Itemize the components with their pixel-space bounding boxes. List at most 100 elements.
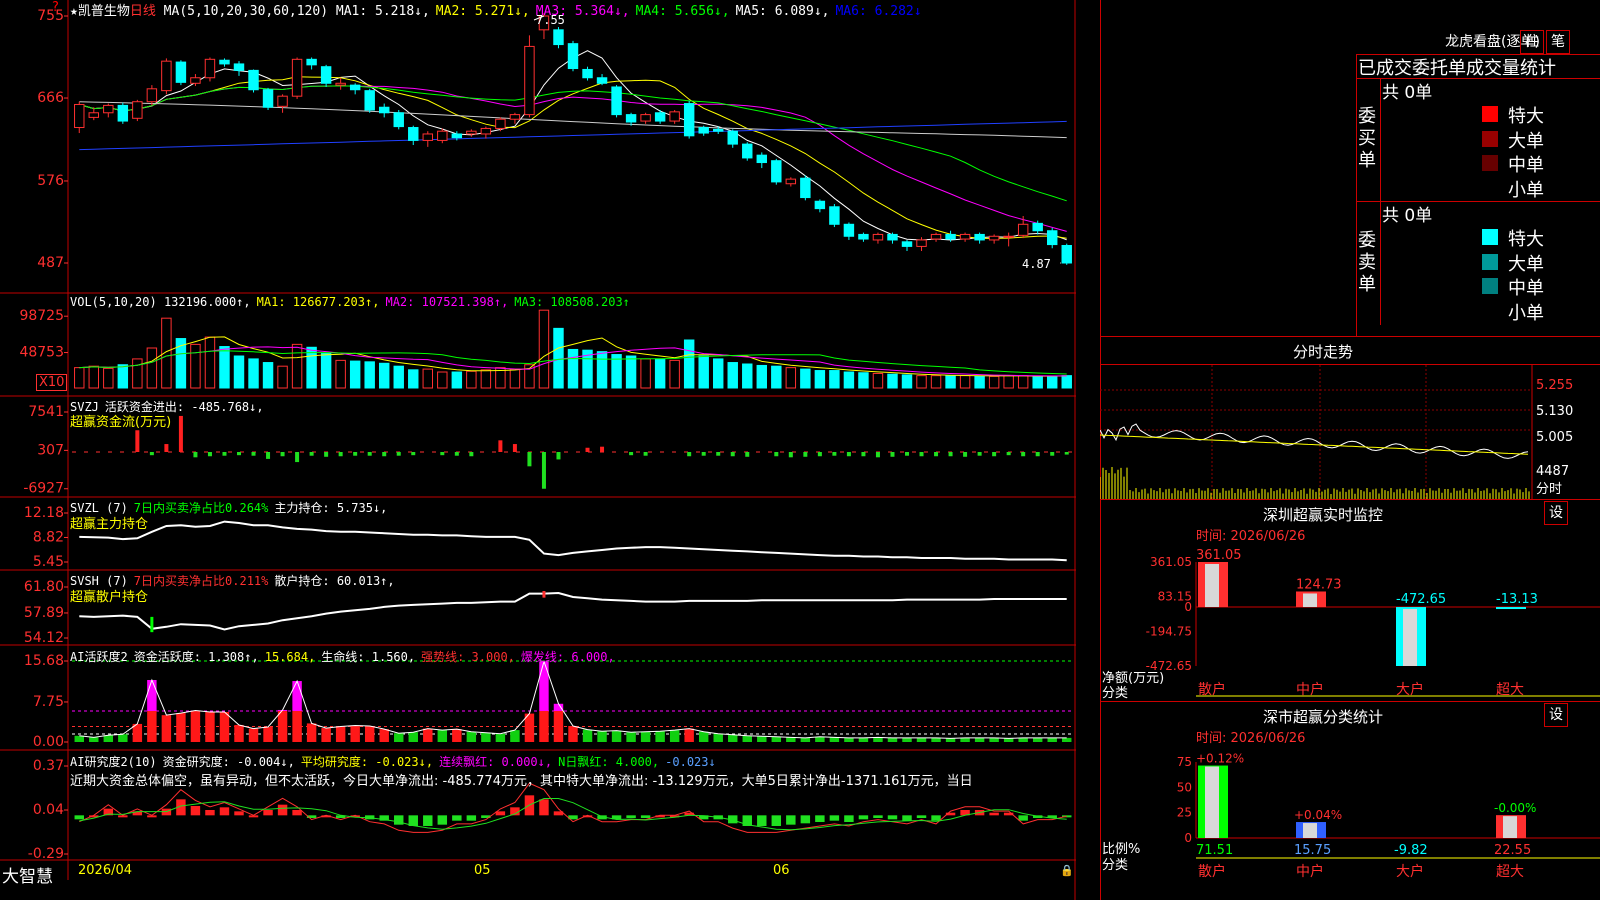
ma-params: MA(5,10,20,30,60,120) [163, 4, 329, 19]
ai-active-bar-68 [1062, 737, 1072, 742]
ai-active-bar-36 [597, 731, 607, 742]
vol-bar-46 [742, 363, 753, 389]
svzj-bar-46 [745, 452, 750, 457]
svzj-bar-62 [977, 452, 982, 456]
low-price-label: 4.87 [1022, 257, 1051, 271]
candle-body-33 [553, 29, 564, 46]
svzj-bar-36 [600, 446, 605, 452]
candle-4 [132, 99, 143, 122]
vol-bar-38 [625, 355, 637, 389]
vol-bar-56 [887, 373, 898, 389]
vol-bar-39 [640, 358, 651, 389]
ai-active-bar-45 [728, 734, 738, 742]
candle-body-19 [349, 84, 361, 91]
sz-class-bar-inner-3 [1503, 816, 1517, 838]
ma-values: MA1: 5.218↓, MA2: 5.271↓, MA3: 5.364↓, MA4:… [336, 4, 928, 19]
candle-37 [611, 85, 622, 118]
price-axis-label-3: 487 [37, 255, 64, 271]
ai-research-comment: 近期大资金总体偏空，虽有异动，但不太活跃，今日大单净流出: -485.774万元… [70, 774, 973, 789]
svzj-bar-39 [643, 452, 648, 456]
vol-bar-22 [393, 365, 404, 389]
ai-research-bar-49 [786, 815, 796, 825]
stock-name[interactable]: ★凯普生物 [70, 4, 130, 19]
svzj-bar-29 [498, 440, 503, 452]
intraday-chart[interactable]: 5.255 5.130 5.005 4487 分时 [1100, 365, 1600, 499]
candle-body-52 [829, 206, 840, 225]
sz-monitor-chart: 361.0583.150-194.75-472.65361.05散户124.73… [1146, 548, 1600, 698]
candle-36 [596, 74, 608, 86]
svzj-bar-57 [905, 452, 909, 456]
svzj-bar-25 [440, 452, 445, 456]
sz-monitor-settings-button[interactable]: 设 [1544, 501, 1568, 525]
candle-body-13 [262, 89, 274, 108]
candle-6 [161, 58, 172, 95]
svzj-bar-49 [788, 452, 793, 458]
candle-body-50 [800, 177, 811, 199]
candle-20 [364, 88, 375, 113]
period-label[interactable]: 日线 [130, 4, 156, 19]
lhb-inner-vline-1 [1380, 78, 1381, 202]
candle-51 [814, 199, 826, 213]
ai-active-bar-53 [844, 737, 854, 742]
ai-active-value-3: 生命线: 1.560, [321, 650, 416, 664]
svzj-bar-13 [266, 452, 271, 459]
ai-research-bar-24 [423, 815, 433, 826]
ai-active-bar-6 [161, 715, 172, 742]
sz-class-axis-label-2: 25 [1177, 806, 1192, 820]
vol-value-3: MA3: 108508.203↑ [514, 295, 630, 309]
svzj-bar-4 [135, 430, 140, 452]
candle-body-16 [306, 58, 317, 66]
sell-side-label: 委卖单 [1358, 230, 1376, 295]
lock-icon[interactable]: 🔒 [1060, 864, 1074, 877]
vol-bar-0 [74, 367, 85, 389]
ai-active-bar-27 [466, 731, 477, 742]
lhb-column-button[interactable]: 柱 [1520, 30, 1544, 54]
candle-body-67 [1046, 230, 1058, 246]
sz-class-chart: 75 50 25 0 +0.12% 71.51 散户 +0.04% 15.75 中户 -9.82 大户… [1177, 752, 1600, 880]
svzj-bar-7 [178, 415, 183, 452]
svzj-bar-8 [193, 452, 198, 458]
candle-body-35 [582, 68, 593, 79]
sz-monitor-value-3: -13.13 [1496, 592, 1538, 607]
lhb-vline [1356, 54, 1357, 336]
svzj-bar-68 [1064, 452, 1069, 455]
candle-body-25 [437, 130, 448, 141]
ma-value-5: MA6: 6.282↓ [835, 4, 922, 19]
ai-active-bar-47 [757, 736, 767, 742]
vol-bar-59 [930, 375, 942, 389]
svsh-line [79, 590, 1067, 633]
intraday-title: 分时走势 [1292, 343, 1353, 361]
ai-active-bar-8 [190, 711, 201, 742]
candle-61 [959, 232, 971, 242]
svzj-bar-61 [963, 452, 968, 457]
candle-9 [204, 57, 216, 82]
ai-research-bar-14 [277, 804, 288, 816]
vol-bar-66 [1032, 375, 1043, 389]
svzj-bar-66 [1035, 452, 1040, 457]
lhb-stroke-button[interactable]: 笔 [1546, 30, 1570, 54]
candle-body-53 [843, 223, 855, 237]
ai-active-bar-0 [74, 735, 84, 742]
candle-45 [727, 129, 738, 148]
ai-research-bar-32 [539, 799, 549, 816]
candle-15 [291, 57, 303, 99]
svsh-subtitle: 超赢散户持仓 [70, 590, 149, 605]
ai-active-bar-1 [89, 737, 99, 742]
sz-class-settings-button[interactable]: 设 [1544, 703, 1568, 727]
sz-monitor-value-1: 124.73 [1296, 577, 1342, 592]
question-mark[interactable]: ? [52, 0, 59, 15]
ai-active-bar-51 [815, 736, 825, 742]
candle-body-43 [698, 127, 709, 134]
candle-body-58 [916, 239, 927, 247]
svzj-bar-12 [251, 452, 256, 456]
sz-monitor-bar-2: -472.65 大户 [1396, 592, 1446, 698]
candle-12 [248, 69, 259, 93]
candle-56 [887, 232, 898, 244]
ai-active-bar-22 [394, 733, 404, 742]
candle-body-42 [683, 103, 695, 137]
candle-59 [930, 232, 942, 242]
vol-bar-26 [451, 371, 463, 389]
sz-class-top-label-1: +0.04% [1294, 808, 1342, 822]
vol-bar-32 [538, 309, 550, 389]
candle-47 [756, 152, 768, 169]
